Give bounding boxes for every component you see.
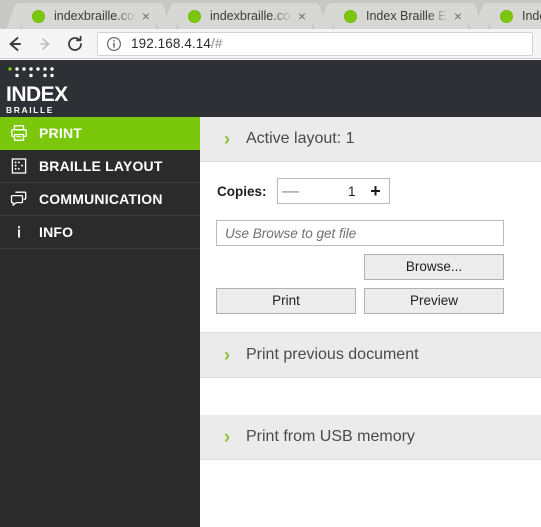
close-icon[interactable]: × [136, 9, 156, 23]
url-host: 192.168.4.14 [131, 36, 212, 51]
section-header-print-usb[interactable]: › Print from USB memory [200, 415, 541, 460]
decrement-button[interactable]: — [278, 179, 304, 203]
logo-index-text: INDEX [6, 83, 68, 106]
web-page: INDEX BRAILLE PRINT BRAILLE LAYOUT COMMU… [0, 60, 541, 527]
info-circle-icon[interactable] [106, 36, 122, 52]
sidebar-item-label: PRINT [39, 125, 82, 141]
url-path: /# [211, 36, 223, 51]
printer-icon [8, 122, 30, 144]
chevron-right-icon: › [223, 344, 231, 366]
panel-spacer [216, 314, 525, 332]
browser-tab-strip: indexbraille.com × indexbraille.com × In… [0, 0, 541, 29]
tab-title: Index Br [522, 9, 541, 23]
section-header-active-layout[interactable]: › Active layout: 1 [200, 117, 541, 162]
browser-tab[interactable]: Index Braille Emb × [318, 3, 484, 29]
braille-dots-icon [8, 67, 54, 78]
copies-row: Copies: — 1 + [216, 162, 525, 220]
main-content: › Active layout: 1 Copies: — 1 + Browse.… [200, 117, 541, 527]
info-icon [8, 221, 30, 243]
document-icon [8, 155, 30, 177]
reload-button[interactable] [60, 29, 90, 59]
browse-button[interactable]: Browse... [364, 254, 504, 280]
reload-icon [68, 35, 82, 51]
file-path-input[interactable] [216, 220, 504, 246]
tab-title: Index Braille Emb [366, 9, 448, 23]
forward-button [30, 29, 60, 59]
copies-value[interactable]: 1 [304, 184, 363, 199]
sidebar-item-info[interactable]: INFO [0, 216, 200, 249]
browser-tab[interactable]: Index Br [474, 3, 541, 29]
section-title: Print from USB memory [246, 428, 415, 445]
browser-tab[interactable]: indexbraille.com × [162, 3, 328, 29]
sidebar-item-label: COMMUNICATION [39, 191, 163, 207]
quantity-stepper[interactable]: — 1 + [276, 178, 390, 204]
chevron-right-icon: › [223, 426, 231, 448]
copies-label: Copies: [217, 183, 267, 199]
browse-row: Browse... [216, 254, 525, 280]
section-title: Active layout: 1 [246, 130, 355, 147]
green-dot-icon [188, 9, 201, 23]
index-braille-logo: INDEX BRAILLE [6, 66, 68, 115]
tab-title: indexbraille.com [210, 9, 292, 23]
section-header-print-previous[interactable]: › Print previous document [200, 333, 541, 378]
tab-title: indexbraille.com [54, 9, 136, 23]
print-panel-body: Copies: — 1 + Browse... Print Preview [200, 162, 541, 332]
logo-braille-text: BRAILLE [6, 105, 55, 115]
preview-button[interactable]: Preview [364, 288, 504, 314]
sidebar: PRINT BRAILLE LAYOUT COMMUNICATION INFO [0, 117, 200, 527]
action-row: Print Preview [216, 288, 525, 314]
chat-icon [8, 188, 30, 210]
back-button[interactable] [0, 29, 30, 59]
chevron-right-icon: › [223, 128, 231, 150]
forward-arrow-icon [40, 37, 50, 50]
print-button[interactable]: Print [216, 288, 356, 314]
close-icon[interactable]: × [448, 9, 468, 23]
url-text: 192.168.4.14/# [131, 36, 223, 51]
app-header: INDEX BRAILLE [0, 60, 541, 117]
browser-window: indexbraille.com × indexbraille.com × In… [0, 0, 541, 527]
sidebar-item-label: BRAILLE LAYOUT [39, 158, 163, 174]
browser-toolbar: 192.168.4.14/# [0, 29, 541, 59]
back-arrow-icon [9, 36, 21, 51]
green-dot-icon [344, 9, 357, 23]
collapsed-body-previous [200, 378, 541, 415]
sidebar-item-print[interactable]: PRINT [0, 117, 200, 150]
close-icon[interactable]: × [292, 9, 312, 23]
sidebar-item-label: INFO [39, 224, 74, 240]
green-dot-icon [500, 9, 513, 23]
browser-tab[interactable]: indexbraille.com × [6, 3, 172, 29]
address-bar[interactable]: 192.168.4.14/# [97, 31, 533, 56]
increment-button[interactable]: + [363, 179, 389, 203]
sidebar-item-communication[interactable]: COMMUNICATION [0, 183, 200, 216]
section-title: Print previous document [246, 346, 419, 363]
sidebar-item-braille-layout[interactable]: BRAILLE LAYOUT [0, 150, 200, 183]
green-dot-icon [32, 9, 45, 23]
